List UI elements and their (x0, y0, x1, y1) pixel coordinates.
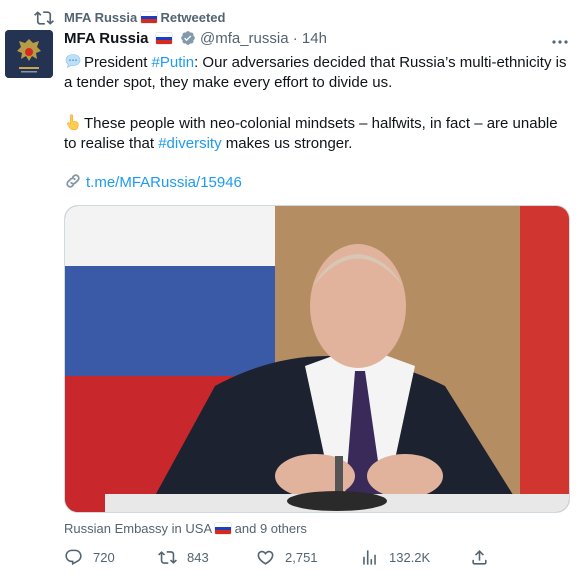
coat-of-arms-icon (5, 30, 53, 78)
author-name[interactable]: MFA Russia (64, 30, 148, 47)
separator-dot: · (292, 30, 298, 47)
like-count: 2,751 (285, 550, 318, 565)
tweet-photo[interactable] (64, 205, 570, 513)
tagged-accounts[interactable]: Russian Embassy in USA and 9 others (64, 521, 307, 536)
tweet-actions: 720 843 2,751 132.2K (64, 548, 570, 570)
retweeted-bar: MFA Russia Retweeted (0, 8, 586, 28)
views-button[interactable]: 132.2K (360, 548, 430, 570)
hashtag-diversity[interactable]: #diversity (158, 135, 221, 152)
verified-badge-icon (180, 31, 195, 45)
tagged-others[interactable]: and 9 others (235, 521, 307, 536)
retweeted-suffix: Retweeted (160, 10, 226, 25)
pointing-hand-icon (67, 114, 79, 131)
tweet-paragraph-2: These people with neo-colonial mindsets … (64, 113, 570, 154)
retweeter-name[interactable]: MFA Russia (64, 10, 137, 25)
reply-icon (65, 549, 82, 566)
tweet-text: President #Putin: Our adversaries decide… (64, 52, 570, 154)
tweet-timestamp[interactable]: 14h (302, 30, 327, 47)
retweet-count: 843 (187, 550, 209, 565)
flag-russia-icon (140, 12, 157, 23)
flag-russia-icon (215, 523, 232, 534)
retweeted-label[interactable]: MFA Russia Retweeted (64, 10, 225, 25)
share-button[interactable] (470, 548, 489, 570)
avatar[interactable] (5, 30, 53, 78)
tweet-header: MFA Russia @mfa_russia · 14h (64, 30, 574, 50)
like-button[interactable]: 2,751 (256, 548, 318, 570)
views-icon (363, 550, 376, 565)
views-count: 132.2K (389, 550, 431, 565)
link-icon (66, 174, 80, 188)
hashtag-putin[interactable]: #Putin (152, 54, 195, 71)
tweet-text-line2-rest: makes us stronger. (221, 135, 353, 152)
share-icon (472, 550, 487, 565)
speech-bubble-icon (65, 54, 81, 69)
reply-count: 720 (93, 550, 115, 565)
like-icon (257, 550, 274, 565)
flag-russia-icon (155, 33, 172, 44)
tweet-paragraph-1: President #Putin: Our adversaries decide… (64, 52, 570, 93)
retweet-icon (158, 551, 177, 564)
retweet-icon (34, 11, 54, 25)
author-handle[interactable]: @mfa_russia (200, 30, 289, 47)
tagged-primary[interactable]: Russian Embassy in USA (64, 521, 211, 536)
tweet-text-line1-prefix: President (84, 54, 152, 71)
photo-illustration (65, 206, 569, 512)
tweet-link[interactable]: t.me/MFARussia/15946 (86, 174, 242, 191)
retweet-button[interactable]: 843 (158, 548, 209, 570)
more-icon[interactable] (550, 32, 570, 52)
reply-button[interactable]: 720 (64, 548, 115, 570)
tweet-link-row: t.me/MFARussia/15946 (64, 172, 242, 191)
